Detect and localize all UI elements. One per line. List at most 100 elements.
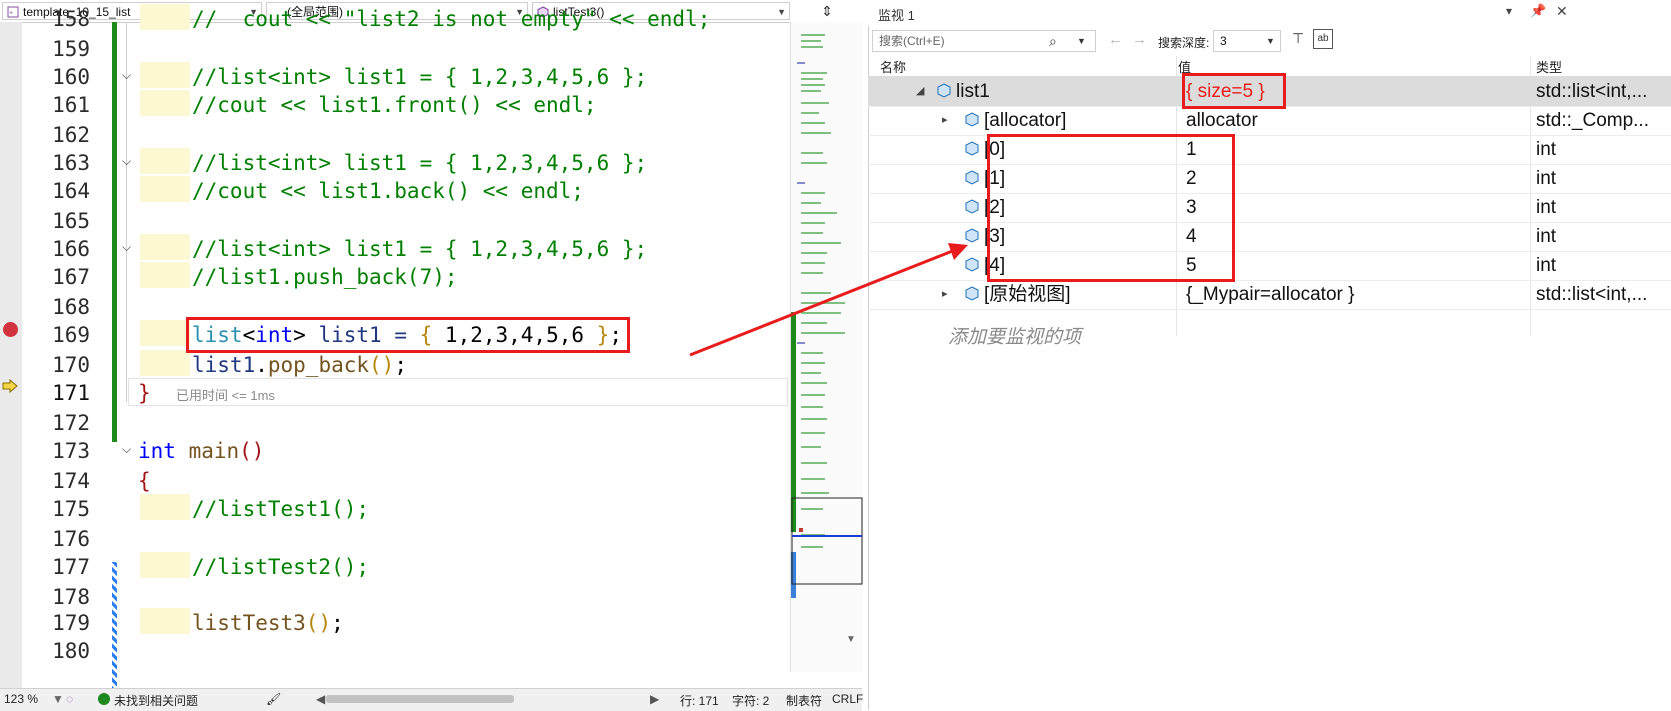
- indent-highlight: [140, 148, 190, 174]
- column-type-header[interactable]: 类型: [1536, 57, 1562, 76]
- chevron-down-icon[interactable]: ▼: [1077, 31, 1086, 51]
- annotation-box-code: [186, 317, 630, 353]
- hex-display-icon[interactable]: ab: [1313, 29, 1333, 49]
- search-icon[interactable]: ⌕: [1049, 31, 1057, 51]
- collapse-arrow-icon[interactable]: ◢: [916, 77, 924, 106]
- line-number: 164: [52, 179, 90, 203]
- watch-row-allocator[interactable]: ▸ [allocator] allocator std::_Comp...: [868, 106, 1671, 136]
- code-line-163[interactable]: //list<int> list1 = { 1,2,3,4,5,6 };: [192, 148, 647, 178]
- code-line-175[interactable]: //listTest1();: [192, 494, 369, 524]
- indent-highlight: [140, 62, 190, 88]
- cpp-file-icon: +: [7, 6, 19, 18]
- line-number: 172: [52, 411, 90, 435]
- zoom-level[interactable]: 123 %: [4, 692, 38, 706]
- code-line-170[interactable]: list1.pop_back();: [192, 350, 407, 380]
- watch-row-name: [allocator]: [984, 110, 1067, 131]
- line-number: 173: [52, 439, 90, 463]
- variable-cube-icon: [965, 170, 979, 185]
- tabs-indicator[interactable]: 制表符: [786, 692, 822, 709]
- pin-icon[interactable]: 📌: [1530, 3, 1546, 19]
- split-window-icon[interactable]: ⇕: [818, 3, 836, 19]
- watch-row-type: int: [1536, 255, 1557, 276]
- zoom-dropdown-icon[interactable]: ▼: [52, 692, 64, 706]
- line-number: 166: [52, 237, 90, 261]
- fold-chevron-icon[interactable]: ⌵: [122, 68, 134, 83]
- fold-chevron-icon[interactable]: ⌵: [122, 442, 134, 457]
- watch-row-name: [原始视图]: [984, 284, 1071, 305]
- scroll-right-arrow-icon[interactable]: ▶: [650, 692, 659, 706]
- copilot-icon[interactable]: ◌: [66, 692, 73, 706]
- fold-chevron-icon[interactable]: ⌵: [122, 154, 134, 169]
- watch-row-value[interactable]: allocator: [1186, 106, 1258, 135]
- line-indicator[interactable]: 行: 171: [680, 692, 719, 709]
- code-line-173[interactable]: int main(): [138, 436, 264, 466]
- code-line-166[interactable]: //list<int> list1 = { 1,2,3,4,5,6 };: [192, 234, 647, 264]
- editor-status-bar: 123 % ▼ ◌ 未找到相关问题 🖌 ◀ ▶ 行: 171 字符: 2 制表符…: [0, 688, 863, 711]
- line-number: 169: [52, 323, 90, 347]
- watch-row-type: int: [1536, 139, 1557, 160]
- forward-arrow-icon[interactable]: →: [1132, 31, 1147, 48]
- column-name-header[interactable]: 名称: [880, 57, 906, 76]
- add-watch-item[interactable]: 添加要监视的项: [948, 322, 1081, 349]
- line-number: 171: [52, 381, 90, 405]
- current-statement-arrow-icon: [2, 379, 18, 393]
- pin-source-icon[interactable]: ⊤: [1292, 30, 1304, 47]
- cleanup-brush-icon[interactable]: 🖌: [266, 692, 281, 706]
- breakpoint-icon[interactable]: [3, 322, 18, 337]
- line-number: 167: [52, 265, 90, 289]
- variable-cube-icon: [937, 83, 951, 98]
- indent-highlight: [140, 176, 190, 202]
- search-depth-label: 搜索深度:: [1158, 36, 1210, 50]
- code-line-158[interactable]: // cout << "list2 is not empty" << endl;: [192, 4, 710, 34]
- char-indicator[interactable]: 字符: 2: [732, 692, 769, 709]
- line-number: 179: [52, 611, 90, 635]
- watch-row-type: int: [1536, 226, 1557, 247]
- search-depth-value: 3: [1220, 34, 1227, 48]
- back-arrow-icon[interactable]: ←: [1108, 31, 1123, 48]
- chevron-down-icon[interactable]: ▼: [1266, 31, 1275, 51]
- watch-row-type: std::list<int,...: [1536, 81, 1648, 102]
- watch-search-input[interactable]: 搜索(Ctrl+E) ⌕ ▼: [872, 30, 1096, 52]
- watch-row-raw-view[interactable]: ▸ [原始视图] {_Mypair=allocator } std::list<…: [868, 280, 1671, 310]
- window-options-icon[interactable]: ▾: [1506, 4, 1512, 18]
- line-number: 160: [52, 65, 90, 89]
- line-number: 168: [52, 295, 90, 319]
- close-icon[interactable]: ✕: [1556, 3, 1568, 20]
- eol-indicator[interactable]: CRLF: [832, 692, 863, 706]
- scroll-left-arrow-icon[interactable]: ◀: [316, 692, 325, 706]
- line-number: 180: [52, 639, 90, 663]
- horizontal-scrollbar-thumb[interactable]: [326, 695, 514, 703]
- watch-row-type: std::_Comp...: [1536, 110, 1649, 131]
- code-line-160[interactable]: //list<int> list1 = { 1,2,3,4,5,6 };: [192, 62, 647, 92]
- scroll-down-arrow-icon[interactable]: ▼: [846, 634, 856, 645]
- expand-arrow-icon[interactable]: ▸: [942, 106, 948, 135]
- glyph-margin[interactable]: [0, 22, 22, 690]
- indent-highlight: [140, 4, 190, 30]
- saved-changes-bar: [112, 22, 117, 442]
- chevron-down-icon: ▼: [777, 7, 786, 17]
- fold-chevron-icon[interactable]: ⌵: [122, 240, 134, 255]
- code-line-167[interactable]: //list1.push_back(7);: [192, 262, 458, 292]
- code-line-174[interactable]: {: [138, 466, 151, 496]
- issues-status[interactable]: 未找到相关问题: [114, 692, 198, 709]
- code-line-161[interactable]: //cout << list1.front() << endl;: [192, 90, 597, 120]
- indent-highlight: [140, 320, 190, 346]
- minimap[interactable]: [790, 22, 863, 672]
- line-number: 170: [52, 353, 90, 377]
- variable-cube-icon: [965, 199, 979, 214]
- unsaved-changes-bar: [112, 562, 117, 690]
- indent-highlight: [140, 552, 190, 578]
- code-line-171[interactable]: } 已用时间 <= 1ms: [138, 378, 275, 408]
- code-line-164[interactable]: //cout << list1.back() << endl;: [192, 176, 584, 206]
- code-line-177[interactable]: //listTest2();: [192, 552, 369, 582]
- line-number: 175: [52, 497, 90, 521]
- code-line-179[interactable]: listTest3();: [192, 608, 344, 638]
- watch-row-value[interactable]: {_Mypair=allocator }: [1186, 280, 1354, 309]
- search-depth-dropdown[interactable]: 3 ▼: [1213, 30, 1281, 52]
- watch-row-name: list1: [956, 81, 990, 102]
- indent-highlight: [140, 350, 190, 376]
- variable-cube-icon: [965, 257, 979, 272]
- search-placeholder: 搜索(Ctrl+E): [879, 34, 945, 48]
- indent-highlight: [140, 90, 190, 116]
- expand-arrow-icon[interactable]: ▸: [942, 280, 948, 309]
